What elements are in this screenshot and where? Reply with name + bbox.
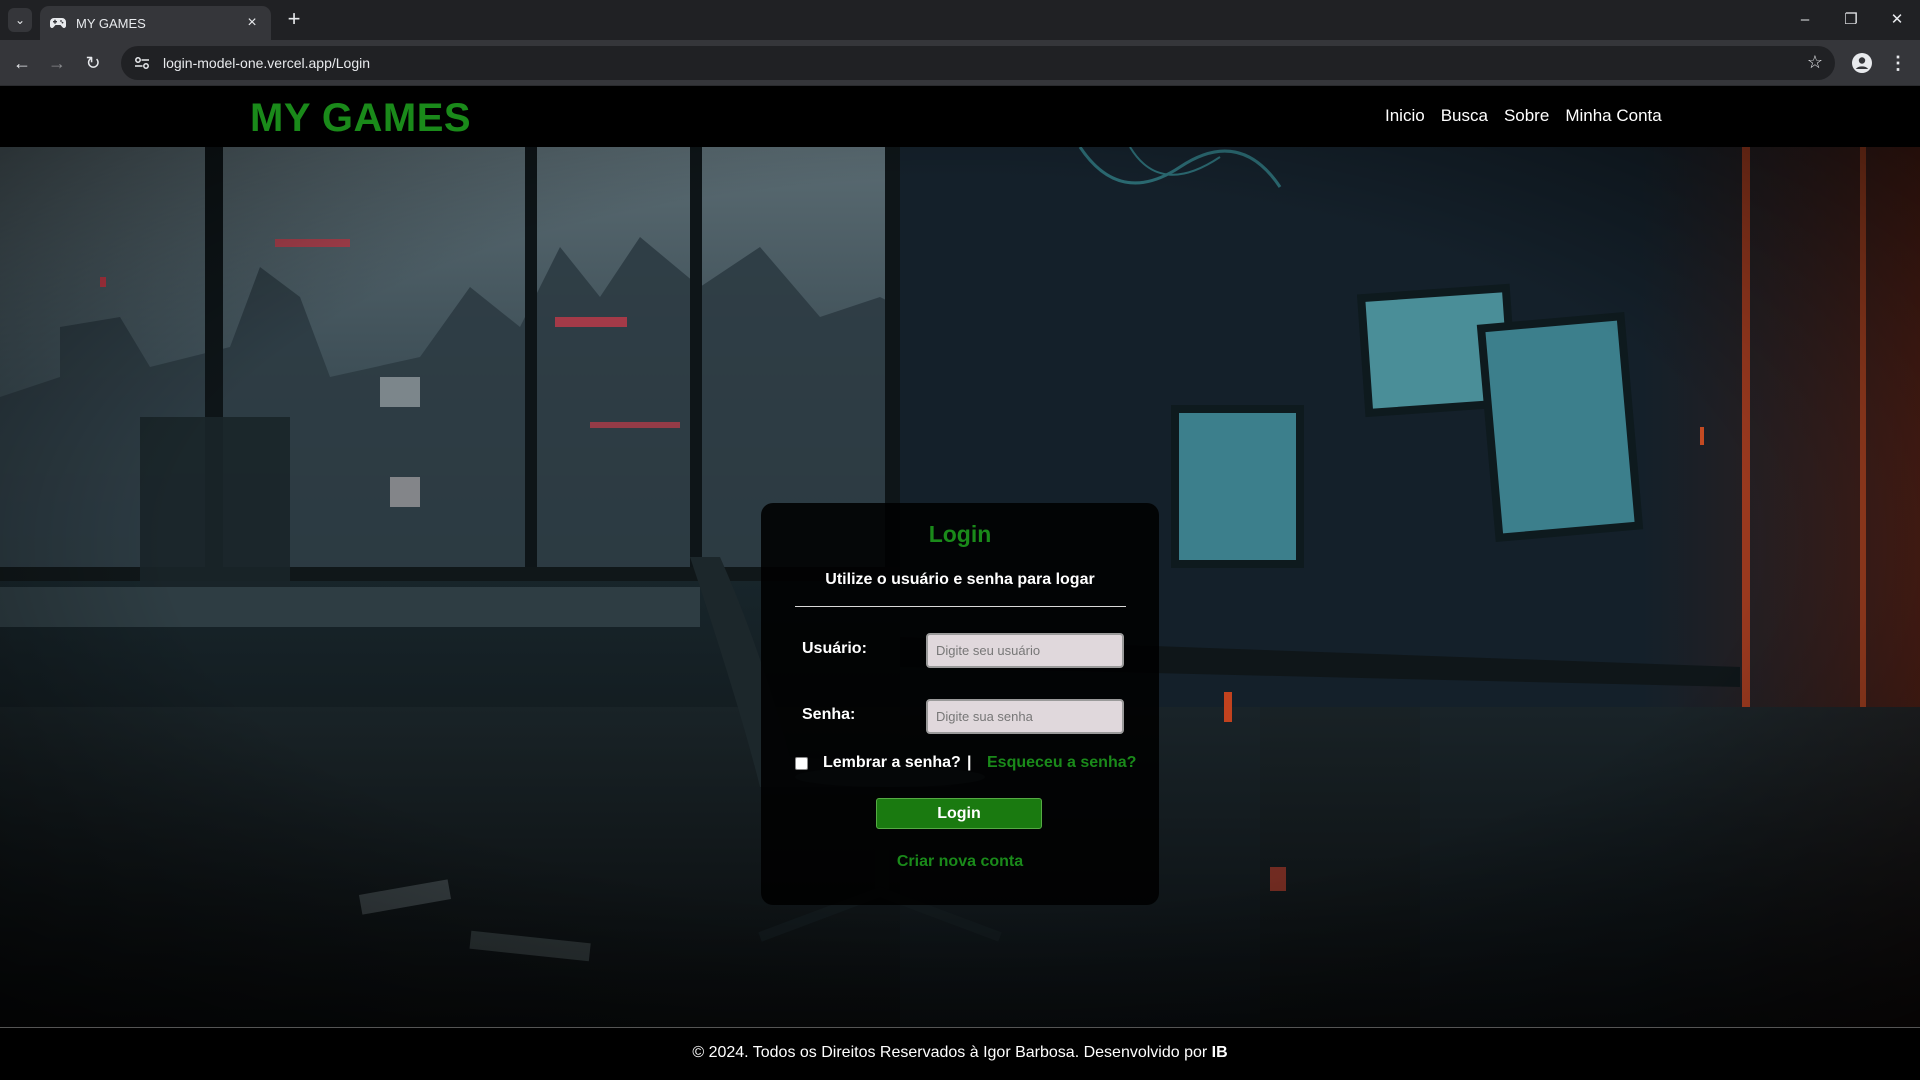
url-text: login-model-one.vercel.app/Login (163, 55, 371, 71)
reload-icon[interactable]: ↻ (81, 51, 105, 75)
star-icon[interactable]: ☆ (1807, 52, 1823, 73)
nav-minha-conta[interactable]: Minha Conta (1565, 106, 1661, 126)
tab-list-icon[interactable]: ⌄ (8, 8, 32, 32)
back-icon[interactable]: ← (10, 51, 34, 75)
minimize-icon[interactable]: – (1790, 8, 1820, 32)
divider (795, 606, 1126, 607)
username-input[interactable] (926, 633, 1124, 668)
nav-busca[interactable]: Busca (1441, 106, 1488, 126)
plus-icon[interactable]: + (282, 8, 306, 32)
close-icon[interactable]: × (243, 14, 261, 32)
create-account-link[interactable]: Criar nova conta (761, 853, 1159, 871)
footer-author: IB (1211, 1044, 1228, 1061)
main-nav: Inicio Busca Sobre Minha Conta (1385, 106, 1662, 126)
remember-label[interactable]: Lembrar a senha? (823, 754, 961, 772)
menu-icon[interactable]: ⋮ (1886, 51, 1910, 75)
login-card: Login Utilize o usuário e senha para log… (761, 503, 1159, 905)
nav-inicio[interactable]: Inicio (1385, 106, 1425, 126)
forward-icon[interactable]: → (45, 51, 69, 75)
forgot-password-link[interactable]: Esqueceu a senha? (987, 754, 1136, 772)
password-input[interactable] (926, 699, 1124, 734)
site-logo[interactable]: MY GAMES (250, 96, 471, 141)
browser-tab[interactable]: MY GAMES × (40, 6, 271, 40)
address-bar[interactable]: login-model-one.vercel.app/Login ☆ (121, 46, 1835, 80)
close-window-icon[interactable]: ✕ (1882, 8, 1912, 32)
nav-sobre[interactable]: Sobre (1504, 106, 1549, 126)
browser-toolbar: ← → ↻ login-model-one.vercel.app/Login ☆… (0, 40, 1920, 86)
login-button[interactable]: Login (876, 798, 1042, 829)
gamepad-icon (50, 15, 66, 31)
site-footer: © 2024. Todos os Direitos Reservados à I… (0, 1027, 1920, 1080)
login-subtitle: Utilize o usuário e senha para logar (825, 571, 1095, 588)
footer-text: © 2024. Todos os Direitos Reservados à I… (0, 1044, 1920, 1062)
browser-tab-bar: ⌄ MY GAMES × + – ❐ ✕ (0, 0, 1920, 40)
restore-icon[interactable]: ❐ (1836, 8, 1866, 32)
site-info-icon[interactable] (133, 54, 151, 72)
login-title: Login (928, 521, 992, 547)
password-label: Senha: (802, 706, 856, 723)
separator: | (967, 754, 972, 771)
tab-title: MY GAMES (76, 15, 146, 31)
remember-checkbox[interactable] (795, 757, 808, 770)
username-label: Usuário: (802, 640, 867, 657)
profile-icon[interactable] (1850, 51, 1874, 75)
site-header: MY GAMES Inicio Busca Sobre Minha Conta (0, 86, 1920, 147)
hero-background: Login Utilize o usuário e senha para log… (0, 147, 1920, 1027)
footer-copyright: © 2024. Todos os Direitos Reservados à I… (692, 1044, 1212, 1061)
